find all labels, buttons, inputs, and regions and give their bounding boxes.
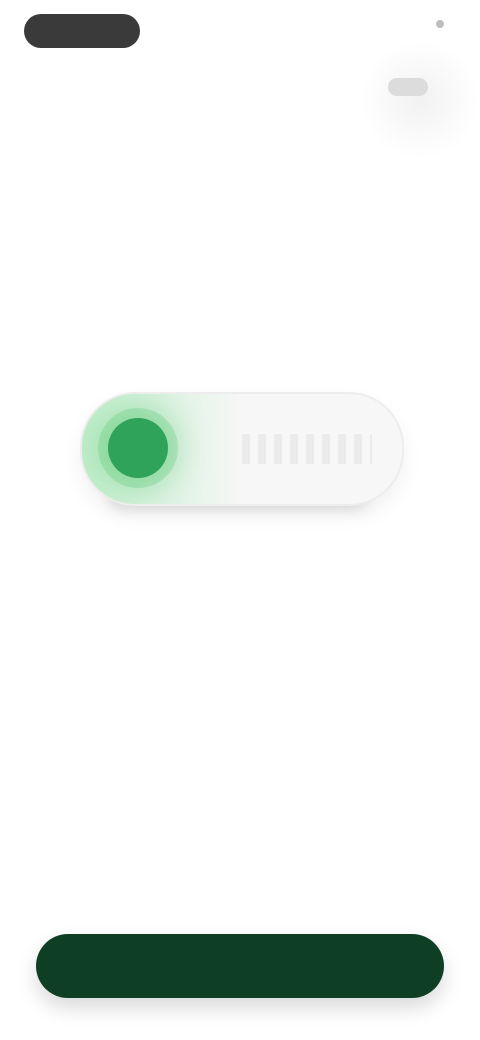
top-right-controls[interactable] [436, 20, 452, 28]
app-screen [0, 0, 480, 1040]
toggle-track[interactable] [80, 392, 404, 506]
top-pill-button[interactable] [24, 14, 140, 48]
primary-action-button[interactable] [36, 934, 444, 998]
top-right-glow [360, 40, 480, 160]
main-toggle[interactable] [80, 392, 404, 510]
toggle-track-stripes [242, 434, 372, 464]
toggle-knob[interactable] [108, 418, 168, 478]
top-right-badge[interactable] [388, 78, 428, 96]
indicator-dot-icon [436, 20, 444, 28]
